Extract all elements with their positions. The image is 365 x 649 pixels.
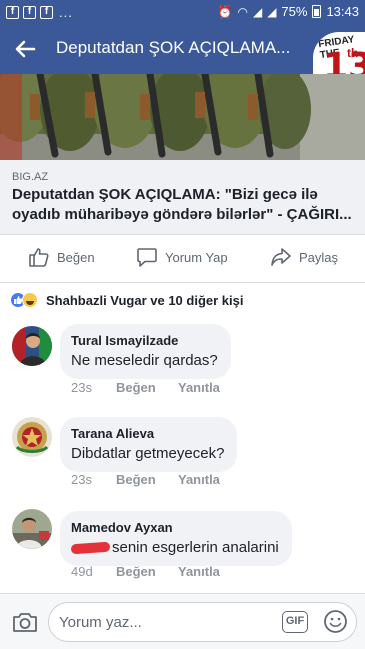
- share-arrow-icon: [271, 248, 291, 266]
- back-arrow-icon[interactable]: [12, 36, 38, 62]
- link-title: Deputatdan ŞOK AÇIQLAMA: "Bizi gecə ilə …: [12, 186, 352, 223]
- thumbs-up-icon: [29, 248, 49, 267]
- battery-icon: [312, 5, 322, 18]
- comment-like-link[interactable]: Beğen: [116, 564, 178, 579]
- comment-bubble[interactable]: Mamedov Ayxan senin esgerlerin analarini: [60, 511, 292, 566]
- comment-placeholder: Yorum yaz...: [59, 614, 142, 631]
- facebook-notification-icon: f: [23, 6, 36, 19]
- camera-icon[interactable]: [12, 611, 38, 633]
- comment-text-row: senin esgerlerin analarini: [70, 539, 279, 556]
- comment-time: 23s: [71, 380, 92, 395]
- link-preview[interactable]: BIG.AZ Deputatdan ŞOK AÇIQLAMA: "Bizi ge…: [0, 160, 365, 235]
- comment-label: Yorum Yap: [165, 249, 228, 265]
- comment-input[interactable]: Yorum yaz... GIF: [48, 602, 357, 642]
- signal-icon: ◢: [267, 4, 277, 19]
- comment-bubble[interactable]: Tarana Alieva Dibdatlar getmeyecek?: [60, 417, 238, 472]
- comment-reply-link[interactable]: Yanıtla: [178, 380, 220, 395]
- comment-composer: Yorum yaz... GIF: [0, 593, 365, 649]
- comment-reply-link[interactable]: Yanıtla: [178, 472, 220, 487]
- comment-text: Ne meseledir qardas?: [71, 352, 218, 369]
- alarm-icon: ⏰: [217, 4, 233, 19]
- comment-like-link[interactable]: Beğen: [116, 472, 178, 487]
- badge-suffix: th: [347, 46, 359, 60]
- page-title: Deputatdan ŞOK AÇIQLAMA...: [56, 38, 291, 57]
- comment-text: senin esgerlerin analarini: [112, 539, 279, 556]
- wifi-icon: ◠: [237, 4, 248, 19]
- comment-time: 23s: [71, 472, 92, 487]
- comment-author[interactable]: Mamedov Ayxan: [71, 520, 279, 535]
- reactions-text: Shahbazli Vugar ve 10 diğer kişi: [46, 292, 244, 308]
- comment-author[interactable]: Tarana Alieva: [71, 426, 224, 441]
- comment-bubble-icon: [137, 248, 157, 267]
- avatar[interactable]: [12, 509, 52, 549]
- status-bar: f f f ... ⏰ ◠ ◢ ◢ 75% 13:43: [0, 0, 365, 24]
- comment-like-link[interactable]: Beğen: [116, 380, 178, 395]
- comment-reply-link[interactable]: Yanıtla: [178, 564, 220, 579]
- post-actions: Beğen Yorum Yap Paylaş: [0, 242, 365, 276]
- signal-icon: ◢: [252, 4, 263, 19]
- like-label: Beğen: [57, 249, 95, 265]
- comment-meta: 23s Beğen Yanıtla: [71, 472, 220, 487]
- facebook-notification-icon: f: [40, 6, 53, 19]
- redaction-scribble: [70, 541, 111, 555]
- link-domain: BIG.AZ: [12, 171, 49, 183]
- emoji-icon[interactable]: [323, 609, 348, 634]
- comment-button[interactable]: Yorum Yap: [136, 246, 228, 268]
- comment-meta: 49d Beğen Yanıtla: [71, 564, 220, 579]
- gif-button[interactable]: GIF: [282, 611, 308, 633]
- clock: 13:43: [326, 4, 359, 19]
- reactions-summary[interactable]: Shahbazli Vugar ve 10 diğer kişi: [10, 292, 243, 308]
- comment-bubble[interactable]: Tural Ismayilzade Ne meseledir qardas?: [60, 324, 231, 379]
- facebook-notification-icon: f: [6, 6, 19, 19]
- avatar[interactable]: [12, 326, 52, 366]
- comment-author[interactable]: Tural Ismayilzade: [71, 333, 218, 348]
- link-preview-image[interactable]: [0, 74, 365, 160]
- divider: [0, 282, 365, 283]
- like-button[interactable]: Beğen: [28, 246, 95, 268]
- share-label: Paylaş: [299, 249, 339, 265]
- battery-percent: 75%: [281, 4, 308, 19]
- app-bar: Deputatdan ŞOK AÇIQLAMA... FRIDAY THE 13…: [0, 24, 365, 98]
- avatar[interactable]: [12, 417, 52, 457]
- more-notifications-indicator: ...: [59, 5, 73, 20]
- share-button[interactable]: Paylaş: [270, 246, 338, 268]
- comment-meta: 23s Beğen Yanıtla: [71, 380, 220, 395]
- comment-text: Dibdatlar getmeyecek?: [71, 445, 225, 462]
- comment-time: 49d: [71, 564, 93, 579]
- haha-reaction-icon: [22, 292, 38, 308]
